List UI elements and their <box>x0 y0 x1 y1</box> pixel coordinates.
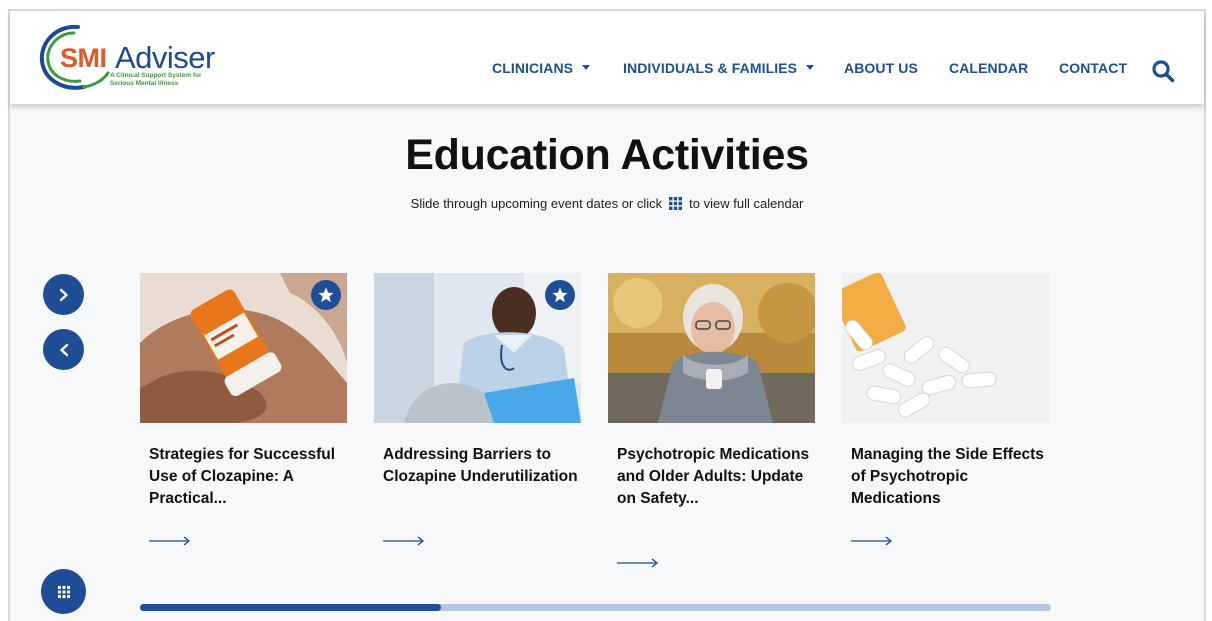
arrow-right-icon[interactable] <box>617 557 659 569</box>
carousel-prev-button[interactable] <box>43 329 84 370</box>
nav-individuals-families-label: INDIVIDUALS & FAMILIES <box>623 60 798 76</box>
site-header: SMI Adviser A Clinical Support System fo… <box>10 11 1204 104</box>
card-image-doctor[interactable] <box>374 273 581 423</box>
logo-adviser-text: Adviser <box>115 40 215 75</box>
grid-icon <box>57 585 70 598</box>
view-calendar-button[interactable] <box>41 569 86 614</box>
card-image-pill-bottle[interactable] <box>140 273 347 423</box>
nav-individuals-families[interactable]: INDIVIDUALS & FAMILIES <box>623 60 815 76</box>
page-subtitle: Slide through upcoming event dates or cl… <box>10 196 1204 211</box>
subtitle-text-after: to view full calendar <box>689 196 804 211</box>
nav-clinicians[interactable]: CLINICIANS <box>492 60 591 76</box>
card-title[interactable]: Psychotropic Medications and Older Adult… <box>617 444 812 510</box>
nav-clinicians-label: CLINICIANS <box>492 60 574 76</box>
arrow-right-icon[interactable] <box>851 535 893 547</box>
nav-contact[interactable]: CONTACT <box>1059 60 1127 76</box>
star-icon <box>318 287 334 303</box>
caret-down-icon <box>806 65 815 70</box>
card-title[interactable]: Managing the Side Effects of Psychotropi… <box>851 444 1046 510</box>
carousel-scrollbar-thumb[interactable] <box>140 604 441 611</box>
featured-badge <box>311 280 341 310</box>
star-icon <box>552 287 568 303</box>
older-woman-with-pills-image <box>608 273 815 423</box>
nav-about-us[interactable]: ABOUT US <box>844 60 918 76</box>
card-image-older-woman[interactable] <box>608 273 815 423</box>
chevron-left-icon <box>59 343 68 356</box>
page-frame: SMI Adviser A Clinical Support System fo… <box>8 9 1206 621</box>
grid-icon[interactable] <box>669 197 683 210</box>
arrow-right-icon[interactable] <box>149 535 191 547</box>
site-logo[interactable]: SMI Adviser A Clinical Support System fo… <box>38 21 218 93</box>
page-title: Education Activities <box>405 131 809 179</box>
carousel-scrollbar[interactable] <box>140 604 1051 611</box>
pills-spilled-image <box>842 273 1049 423</box>
nav-calendar[interactable]: CALENDAR <box>949 60 1028 76</box>
chevron-right-icon <box>59 288 68 301</box>
featured-badge <box>545 280 575 310</box>
subtitle-text-before: Slide through upcoming event dates or cl… <box>410 196 663 211</box>
logo-smi-text: SMI <box>60 43 107 73</box>
nav-about-us-label: ABOUT US <box>844 60 918 76</box>
carousel-next-button[interactable] <box>43 274 84 315</box>
card-title[interactable]: Strategies for Successful Use of Clozapi… <box>149 444 344 510</box>
search-icon[interactable] <box>1151 59 1175 83</box>
nav-contact-label: CONTACT <box>1059 60 1128 76</box>
card-image-pills[interactable] <box>842 273 1049 423</box>
arrow-right-icon[interactable] <box>383 535 425 547</box>
caret-down-icon <box>582 65 591 70</box>
nav-calendar-label: CALENDAR <box>949 60 1029 76</box>
card-title[interactable]: Addressing Barriers to Clozapine Underut… <box>383 444 578 488</box>
logo-tagline: A Clinical Support System for Serious Me… <box>110 72 202 87</box>
